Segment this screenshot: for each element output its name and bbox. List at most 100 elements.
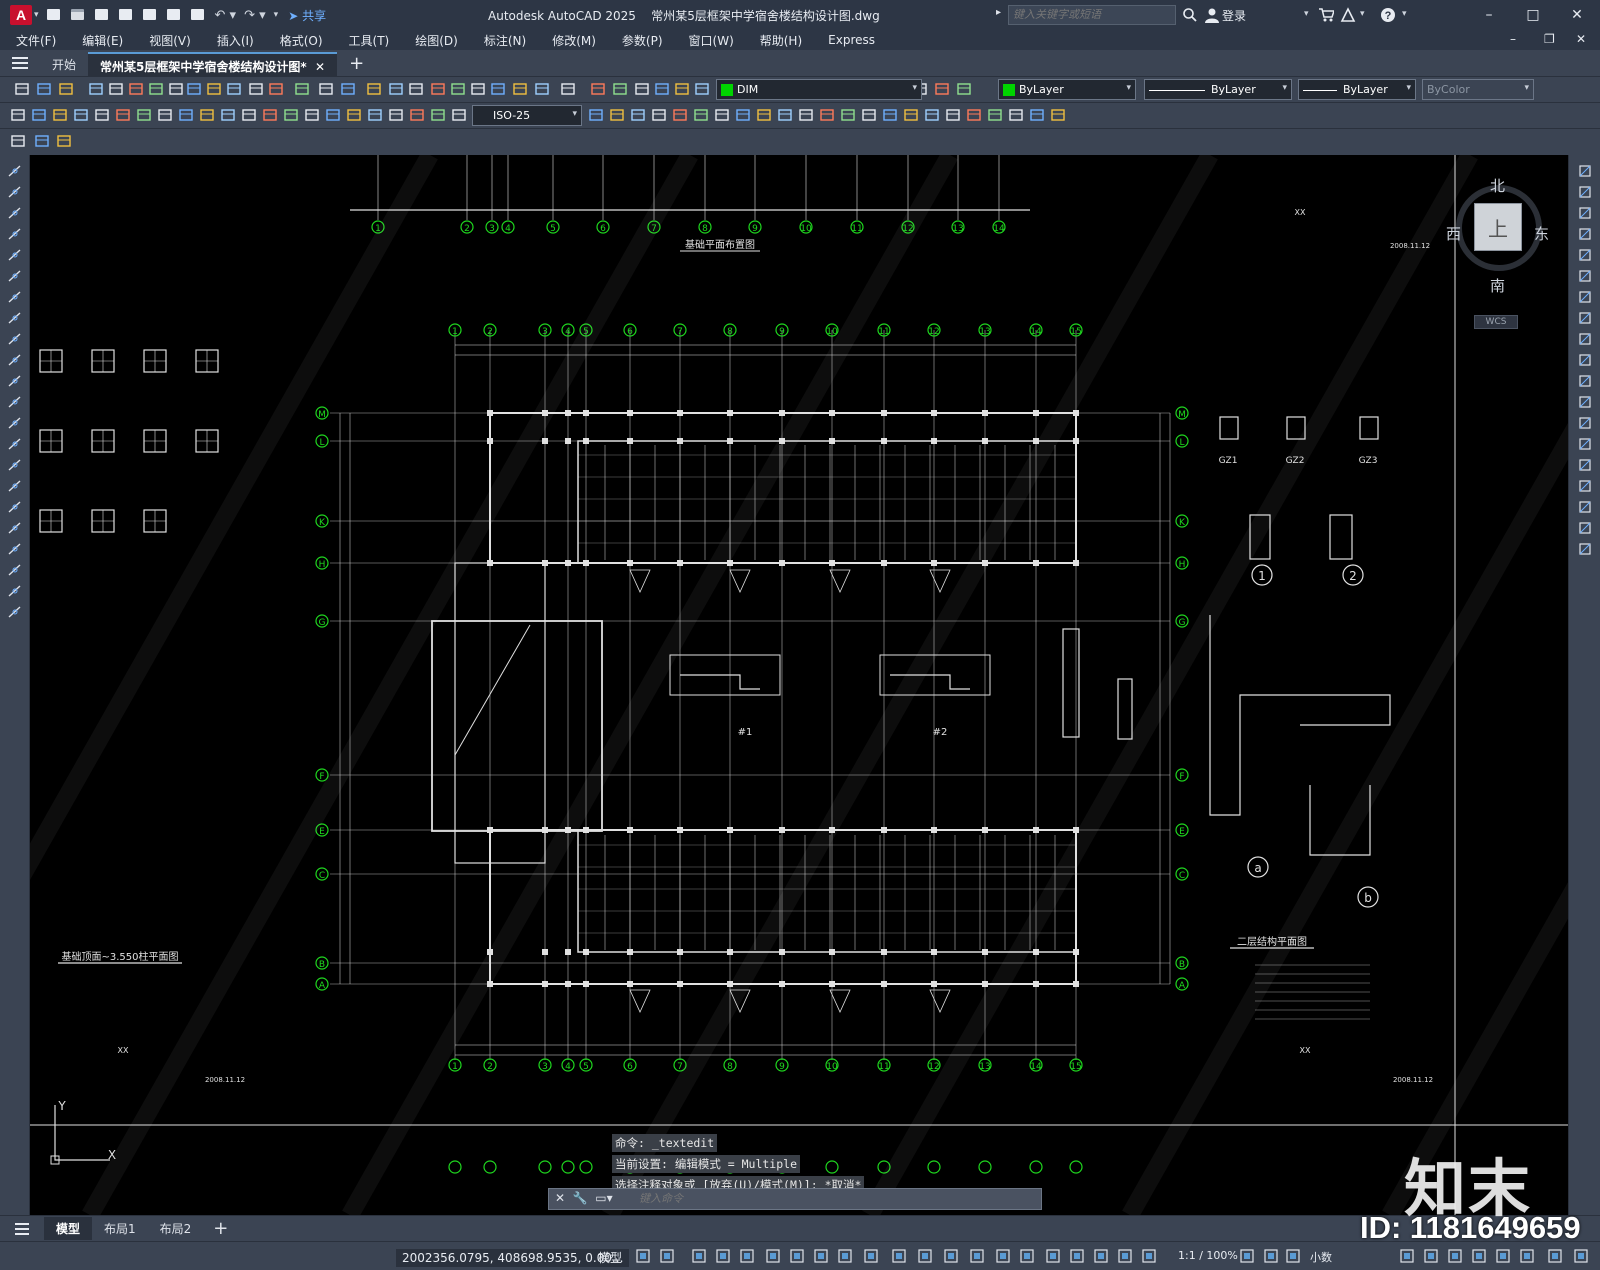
status-toggle-icon[interactable] — [1094, 1249, 1108, 1263]
standard-tool-icon[interactable] — [694, 81, 710, 97]
standard-tool-icon[interactable] — [226, 81, 242, 97]
standard-tool-icon[interactable] — [590, 81, 606, 97]
modify-tool-icon[interactable] — [1577, 184, 1593, 200]
web-save-icon[interactable] — [165, 7, 183, 23]
standard-tool-icon[interactable] — [612, 81, 628, 97]
new-tab-button[interactable]: + — [337, 52, 376, 76]
dimension-tool-icon[interactable] — [157, 107, 173, 123]
doc-minimize-button[interactable]: – — [1510, 32, 1516, 46]
viewcube-east[interactable]: 东 — [1534, 223, 1549, 244]
dimension-tool-icon[interactable] — [588, 107, 604, 123]
standard-tool-icon[interactable] — [674, 81, 690, 97]
dimension-tool-icon[interactable] — [178, 107, 194, 123]
menu-parametric[interactable]: 参数(P) — [622, 32, 663, 49]
modify-tool-icon[interactable] — [1577, 289, 1593, 305]
menu-file[interactable]: 文件(F) — [16, 32, 56, 49]
search-icon[interactable] — [1182, 7, 1198, 23]
tab-close-icon[interactable]: ✕ — [315, 60, 325, 74]
draw-tool-icon[interactable] — [7, 331, 23, 347]
dimension-tool-icon[interactable] — [1029, 107, 1045, 123]
menu-help[interactable]: 帮助(H) — [760, 32, 802, 49]
modify-tool-icon[interactable] — [1577, 436, 1593, 452]
dimension-tool-icon[interactable] — [388, 107, 404, 123]
dimension-tool-icon[interactable] — [241, 107, 257, 123]
dimension-tool-icon[interactable] — [924, 107, 940, 123]
status-toggle-icon[interactable] — [1286, 1249, 1300, 1263]
modify-tool-icon[interactable] — [1577, 352, 1593, 368]
share-button[interactable]: ➤ 共享 — [288, 7, 326, 24]
standard-tool-icon[interactable] — [148, 81, 164, 97]
help-icon[interactable]: ? — [1380, 7, 1396, 23]
dimension-tool-icon[interactable] — [1050, 107, 1066, 123]
standard-tool-icon[interactable] — [36, 81, 52, 97]
drawing-canvas[interactable]: 1 1 2 2 3 3 4 4 5 5 6 6 7 7 8 8 9 9 10 10 11 11 12 12 13 13 14 14 15… — [30, 155, 1568, 1215]
dimension-tool-icon[interactable] — [52, 107, 68, 123]
status-toggle-icon[interactable] — [970, 1249, 984, 1263]
tab-document[interactable]: 常州某5层框架中学宿舍楼结构设计图* ✕ — [88, 52, 338, 76]
draw-tool-icon[interactable] — [7, 268, 23, 284]
wcs-menu[interactable]: WCS — [1474, 315, 1518, 329]
menu-format[interactable]: 格式(O) — [280, 32, 323, 49]
modify-tool-icon[interactable] — [1577, 373, 1593, 389]
layout-tab-layout1[interactable]: 布局1 — [92, 1217, 148, 1240]
annotation-scale[interactable]: 1:1 / 100% — [1178, 1249, 1238, 1262]
standard-tool-icon[interactable] — [388, 81, 404, 97]
status-toggle-icon[interactable] — [1424, 1249, 1438, 1263]
status-toggle-icon[interactable] — [1520, 1249, 1534, 1263]
dimension-tool-icon[interactable] — [819, 107, 835, 123]
dimension-tool-icon[interactable] — [73, 107, 89, 123]
standard-tool-icon[interactable] — [186, 81, 202, 97]
menu-insert[interactable]: 插入(I) — [217, 32, 254, 49]
dimension-tool-icon[interactable] — [840, 107, 856, 123]
status-toggle-icon[interactable] — [996, 1249, 1010, 1263]
login-dropdown-icon[interactable]: ▾ — [1304, 9, 1309, 19]
menu-edit[interactable]: 编辑(E) — [82, 32, 123, 49]
dimension-tool-icon[interactable] — [903, 107, 919, 123]
dimension-tool-icon[interactable] — [10, 107, 26, 123]
help-search-input[interactable] — [1008, 5, 1176, 25]
dimension-tool-icon[interactable] — [304, 107, 320, 123]
standard-tool-icon[interactable] — [450, 81, 466, 97]
status-toggle-icon[interactable] — [692, 1249, 706, 1263]
standard-tool-icon[interactable] — [366, 81, 382, 97]
viewcube-top-face[interactable]: 上 — [1474, 203, 1522, 251]
standard-tool-icon[interactable] — [268, 81, 284, 97]
units-readout[interactable]: 小数 — [1310, 1249, 1332, 1265]
command-line-close-icon[interactable]: ✕ 🔧 ▭▾ — [555, 1191, 613, 1205]
draw-tool-icon[interactable] — [7, 352, 23, 368]
status-toggle-icon[interactable] — [636, 1249, 650, 1263]
dimension-tool-icon[interactable] — [882, 107, 898, 123]
layout-tab-layout2[interactable]: 布局2 — [148, 1217, 204, 1240]
standard-tool-icon[interactable] — [654, 81, 670, 97]
dimension-tool-icon[interactable] — [609, 107, 625, 123]
modify-tool-icon[interactable] — [1577, 205, 1593, 221]
dimension-tool-icon[interactable] — [798, 107, 814, 123]
draw-tool-icon[interactable] — [7, 520, 23, 536]
menu-tools[interactable]: 工具(T) — [349, 32, 390, 49]
standard-tool-icon[interactable] — [248, 81, 264, 97]
draw-tool-icon[interactable] — [7, 562, 23, 578]
draw-tool-icon[interactable] — [7, 478, 23, 494]
modify-tool-icon[interactable] — [1577, 478, 1593, 494]
viewcube-north[interactable]: 北 — [1490, 175, 1505, 196]
minimize-button[interactable]: – — [1474, 4, 1504, 26]
status-toggle-icon[interactable] — [838, 1249, 852, 1263]
dimension-tool-icon[interactable] — [283, 107, 299, 123]
status-toggle-icon[interactable] — [892, 1249, 906, 1263]
dimension-tool-icon[interactable] — [630, 107, 646, 123]
status-toggle-icon[interactable] — [1118, 1249, 1132, 1263]
modify-tool-icon[interactable] — [1577, 163, 1593, 179]
modify-tool-icon[interactable] — [1577, 268, 1593, 284]
status-toggle-icon[interactable] — [1046, 1249, 1060, 1263]
status-toggle-icon[interactable] — [716, 1249, 730, 1263]
dimension-tool-icon[interactable] — [115, 107, 131, 123]
modify-tool-icon[interactable] — [1577, 310, 1593, 326]
status-toggle-icon[interactable] — [1448, 1249, 1462, 1263]
draw-tool-icon[interactable] — [7, 457, 23, 473]
dimension-tool-icon[interactable] — [136, 107, 152, 123]
standard-tool-icon[interactable] — [430, 81, 446, 97]
customize-qat-icon[interactable]: ▾ — [274, 10, 279, 20]
status-toggle-icon[interactable] — [1142, 1249, 1156, 1263]
layer-combo[interactable]: DIM ▾ — [716, 79, 922, 100]
standard-tool-icon[interactable] — [318, 81, 334, 97]
